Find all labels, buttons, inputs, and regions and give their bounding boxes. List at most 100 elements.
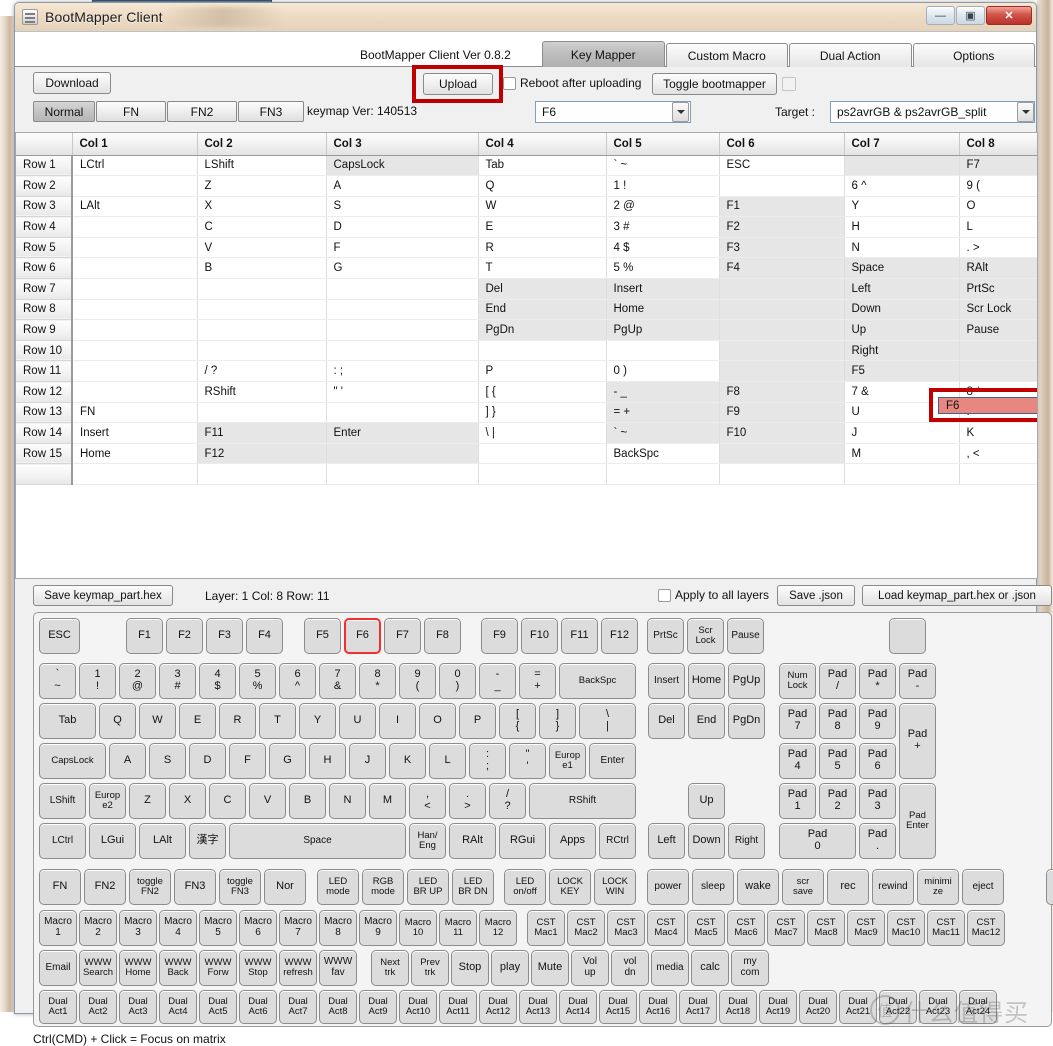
key-pad0[interactable]: Pad 0 — [779, 823, 856, 859]
matrix-cell[interactable] — [719, 360, 845, 383]
key-tab[interactable]: Tab — [39, 703, 96, 739]
key-stop[interactable]: Stop — [451, 950, 489, 986]
key-y[interactable]: Y — [299, 703, 336, 739]
key-f[interactable]: F — [229, 743, 266, 779]
key-wwwstop[interactable]: WWW Stop — [239, 950, 277, 986]
matrix-cell[interactable]: Scr Lock — [959, 299, 1037, 321]
matrix-cell[interactable] — [326, 319, 479, 341]
matrix-cell[interactable] — [719, 463, 845, 485]
key-padenter[interactable]: Pad Enter — [899, 783, 936, 859]
key-capslock[interactable]: CapsLock — [39, 743, 106, 779]
matrix-cell[interactable]: F9 — [719, 402, 845, 424]
key-end[interactable]: End — [688, 703, 725, 739]
matrix-cell[interactable]: 2 @ — [606, 196, 720, 218]
key-prtsc[interactable]: PrtSc — [647, 618, 684, 654]
key-minimize[interactable]: minimi ze — [917, 869, 959, 905]
matrix-cell[interactable]: G — [326, 257, 479, 280]
matrix-cell[interactable]: F7 — [959, 155, 1037, 177]
matrix-cell[interactable]: 4 $ — [606, 237, 720, 259]
key-f7[interactable]: F7 — [384, 618, 421, 654]
key-u[interactable]: U — [339, 703, 376, 739]
key-voldn[interactable]: vol dn — [611, 950, 649, 986]
key-prevtrk[interactable]: Prev trk — [411, 950, 449, 986]
matrix-cell[interactable]: F11 — [197, 422, 327, 444]
matrix-cell[interactable]: / ? — [197, 360, 327, 383]
key-f10[interactable]: F10 — [521, 618, 558, 654]
key-cstmac10[interactable]: CST Mac10 — [887, 910, 925, 946]
key-dualact5[interactable]: Dual Act5 — [199, 990, 237, 1024]
matrix-cell[interactable]: ESC — [719, 155, 845, 177]
key-dualact4[interactable]: Dual Act4 — [159, 990, 197, 1024]
key-f3[interactable]: F3 — [206, 618, 243, 654]
matrix-cell[interactable]: M — [844, 443, 960, 465]
matrix-cell[interactable]: BackSpc — [606, 443, 720, 465]
key-dualact20[interactable]: Dual Act20 — [799, 990, 837, 1024]
matrix-cell[interactable] — [844, 463, 960, 485]
key-rshift[interactable]: RShift — [529, 783, 636, 819]
matrix-cell[interactable]: X — [197, 196, 327, 218]
load-keymap-button[interactable]: Load keymap_part.hex or .json — [862, 585, 1052, 606]
tab-custom-macro[interactable]: Custom Macro — [665, 43, 788, 67]
matrix-cell[interactable] — [606, 340, 720, 362]
matrix-cell[interactable] — [844, 155, 960, 177]
key-e[interactable]: E — [179, 703, 216, 739]
key-dualact6[interactable]: Dual Act6 — [239, 990, 277, 1024]
matrix-cell[interactable]: S — [326, 196, 479, 218]
key-pad9[interactable]: Pad 9 — [859, 703, 896, 739]
key-cstmac12[interactable]: CST Mac12 — [967, 910, 1005, 946]
matrix-cell[interactable] — [72, 257, 198, 280]
matrix-cell[interactable]: D — [326, 216, 479, 238]
matrix-cell[interactable]: Tab — [478, 155, 607, 177]
key-[interactable]: " ' — [509, 743, 546, 779]
matrix-cell[interactable]: 5 % — [606, 257, 720, 280]
matrix-cell[interactable]: RAlt — [959, 257, 1037, 280]
matrix-cell[interactable]: : ; — [326, 360, 479, 383]
key-dualact10[interactable]: Dual Act10 — [399, 990, 437, 1024]
key-lockkey[interactable]: LOCK KEY — [549, 869, 591, 905]
key-f1[interactable]: F1 — [126, 618, 163, 654]
key-ledbr-up[interactable]: LED BR UP — [407, 869, 449, 905]
key-rec[interactable]: rec — [827, 869, 869, 905]
matrix-cell[interactable] — [72, 299, 198, 321]
key-o[interactable]: O — [419, 703, 456, 739]
key-volup[interactable]: Vol up — [571, 950, 609, 986]
key-8[interactable]: 8 * — [359, 663, 396, 699]
key-cstmac5[interactable]: CST Mac5 — [687, 910, 725, 946]
key-pad[interactable]: Pad + — [899, 703, 936, 779]
key-fn[interactable]: FN — [39, 869, 81, 905]
matrix-cell[interactable]: 1 ! — [606, 175, 720, 197]
matrix-cell[interactable]: Enter — [326, 422, 479, 444]
key-cstmac11[interactable]: CST Mac11 — [927, 910, 965, 946]
matrix-cell[interactable]: Right — [844, 340, 960, 362]
matrix-cell[interactable] — [197, 463, 327, 485]
key-togglefn2[interactable]: toggle FN2 — [129, 869, 171, 905]
key-lgui[interactable]: LGui — [89, 823, 136, 859]
key-[interactable]: ]} — [539, 703, 576, 739]
matrix-cell[interactable] — [72, 278, 198, 300]
keymap-matrix[interactable]: Col 1 Col 2 Col 3 Col 4 Col 5 Col 6 Col 7 Col 8… — [15, 132, 1038, 579]
matrix-cell[interactable]: K — [959, 422, 1037, 444]
matrix-cell[interactable]: W — [478, 196, 607, 218]
selected-cell-value[interactable]: F6 — [938, 397, 1037, 414]
key-rewind[interactable]: rewind — [872, 869, 914, 905]
matrix-cell[interactable] — [326, 402, 479, 424]
matrix-cell[interactable] — [72, 360, 198, 383]
key-pad4[interactable]: Pad 4 — [779, 743, 816, 779]
key-wake[interactable]: wake — [737, 869, 779, 905]
minimize-button[interactable]: — — [926, 6, 955, 25]
key-dualact22[interactable]: Dual Act22 — [879, 990, 917, 1024]
key-5[interactable]: 5% — [239, 663, 276, 699]
matrix-cell[interactable]: LAlt — [72, 196, 198, 218]
key-cstmac2[interactable]: CST Mac2 — [567, 910, 605, 946]
key-pad3[interactable]: Pad 3 — [859, 783, 896, 819]
matrix-cell[interactable]: F5 — [844, 360, 960, 383]
matrix-cell[interactable]: LShift — [197, 155, 327, 177]
matrix-cell[interactable]: F4 — [719, 257, 845, 280]
matrix-cell[interactable] — [478, 443, 607, 465]
key-a[interactable]: A — [109, 743, 146, 779]
key-f8[interactable]: F8 — [424, 618, 461, 654]
toggle-bootmapper-button[interactable]: Toggle bootmapper — [652, 73, 777, 95]
key-dualact7[interactable]: Dual Act7 — [279, 990, 317, 1024]
key-dualact1[interactable]: Dual Act1 — [39, 990, 77, 1024]
key-dualact2[interactable]: Dual Act2 — [79, 990, 117, 1024]
